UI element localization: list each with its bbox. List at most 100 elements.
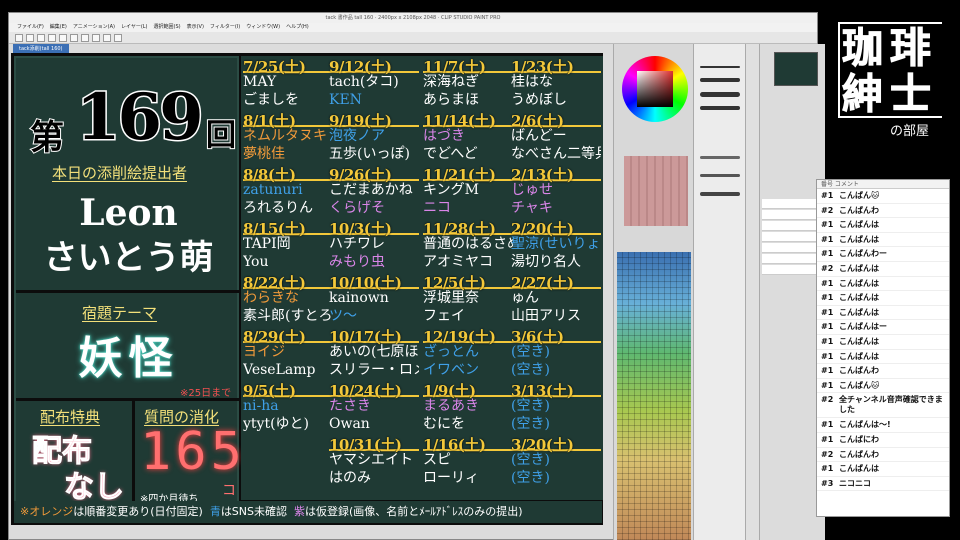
entry-date: 1/9(土)	[423, 380, 513, 400]
entry-name: チャキ	[511, 200, 553, 216]
episode-number: 169	[75, 79, 206, 157]
brush-stroke[interactable]	[700, 106, 740, 110]
transform-icon[interactable]	[81, 34, 89, 42]
layer-row[interactable]	[762, 265, 824, 275]
schedule-column: 1/23(土) 桂はな うめぼし 2/6(土) ばんどー なべさん二等兵 2/13(土) じゅ…	[511, 56, 601, 488]
ruler-icon[interactable]	[103, 34, 111, 42]
brush-stroke[interactable]	[700, 78, 740, 82]
comment-row: #2 こんばんわ	[817, 204, 949, 219]
brush-stroke[interactable]	[700, 66, 740, 68]
comment-list[interactable]: #1 こんばん🐱 #2 こんばんわ #1 こんばんは #1 こんばんは #1 こんばんわー #2 こん…	[817, 189, 949, 492]
entry-date: 1/23(土)	[511, 56, 601, 76]
comment-number: #1	[821, 464, 834, 474]
entry-date: 11/21(土)	[423, 164, 513, 184]
intermediate-color-grid[interactable]	[624, 156, 688, 226]
schedule-column: 7/25(土) MAY ごましを 8/1(土) ネムルタヌキ 夢桃佳 8/8(土) zatun…	[243, 56, 333, 434]
snap-icon[interactable]	[92, 34, 100, 42]
schedule-column: 11/7(土) 深海ねぎ あらまほ 11/14(土) はづき でどへど 11/21(土) キン…	[423, 56, 513, 488]
comment-row: #1 こんばにわ	[817, 433, 949, 448]
comment-text: こんばんは	[839, 220, 879, 230]
layer-row[interactable]	[762, 210, 824, 220]
menu-item[interactable]: フィルター(I)	[210, 23, 240, 32]
clear-icon[interactable]	[70, 34, 78, 42]
command-toolbar	[9, 32, 817, 44]
comment-row: #1 こんばんは	[817, 335, 949, 350]
menu-item[interactable]: 編集(E)	[50, 23, 67, 32]
submitter-heading: 本日の添削絵提出者	[52, 164, 188, 182]
entry-date: 11/7(土)	[423, 56, 513, 76]
entry-date: 10/31(土)	[329, 434, 419, 454]
legend-orange-text: は順番変更あり(日付固定)	[73, 505, 203, 518]
window-title: tack 書作品 tall 160 · 2400px x 2108px 2048…	[9, 13, 817, 23]
episode-suffix: 回	[205, 117, 237, 154]
schedule-entry: 7/25(土) MAY ごましを	[243, 56, 333, 110]
comment-number: #1	[821, 278, 834, 288]
comment-text: こんばんは	[839, 351, 879, 361]
entry-date: 2/20(土)	[511, 218, 601, 238]
logo-char: 琲	[890, 24, 932, 72]
comment-number: #2	[821, 449, 834, 459]
comment-row: #1 こんばんは	[817, 233, 949, 248]
submitter-name-2: さいとう萌	[43, 238, 214, 278]
schedule-entry: 11/21(土) キングM ニコ	[423, 164, 513, 218]
menu-item[interactable]: アニメーション(A)	[73, 23, 115, 32]
tool-palette	[745, 44, 759, 540]
layer-row[interactable]	[762, 199, 824, 209]
comment-header: 番号 コメント	[817, 180, 949, 189]
comment-number: #1	[821, 307, 834, 317]
menu-item[interactable]: 選択範囲(S)	[154, 23, 181, 32]
entry-name: ばんどー	[511, 128, 567, 144]
schedule-entry: 8/15(土) TAPI岡 You	[243, 218, 333, 272]
layer-row[interactable]	[762, 243, 824, 253]
entry-date: 10/24(土)	[329, 380, 419, 400]
save-icon[interactable]	[37, 34, 45, 42]
entry-name: 泡夜ノア	[329, 128, 385, 144]
entry-date: 9/26(土)	[329, 164, 419, 184]
comment-text: 全チャンネル音声確認できました	[839, 395, 943, 415]
new-file-icon[interactable]	[15, 34, 23, 42]
menu-item[interactable]: レイヤー(L)	[121, 23, 148, 32]
entry-name: 山田アリス	[511, 308, 581, 324]
comment-text: こんばんわ	[839, 205, 879, 215]
comment-text: こんばんは	[839, 336, 879, 346]
menu-item[interactable]: ウィンドウ(W)	[246, 23, 280, 32]
open-file-icon[interactable]	[26, 34, 34, 42]
undo-icon[interactable]	[48, 34, 56, 42]
entry-name: Owan	[329, 416, 370, 432]
comment-text: こんばんはー	[839, 322, 887, 332]
brush-size-panel	[693, 44, 745, 540]
pen-icon[interactable]	[114, 34, 122, 42]
entry-date: 3/13(土)	[511, 380, 601, 400]
layer-row[interactable]	[762, 221, 824, 231]
entry-date: 10/3(土)	[329, 218, 419, 238]
menu-item[interactable]: ファイル(F)	[17, 23, 44, 32]
schedule-entry: 10/10(土) kainown ツ～	[329, 272, 419, 326]
entry-name: でどへど	[423, 146, 478, 162]
redo-icon[interactable]	[59, 34, 67, 42]
comment-text: こんばにわ	[839, 434, 879, 444]
legend-purple-text: は仮登録(画像、名前とﾒｰﾙｱﾄﾞﾚｽのみの提出)	[305, 505, 523, 518]
comment-number: #2	[821, 395, 834, 405]
legend-blue-text: はSNS未確認	[220, 505, 288, 518]
layer-row[interactable]	[762, 232, 824, 242]
menu-item[interactable]: 表示(V)	[187, 23, 204, 32]
comment-row: #1 こんばんわ	[817, 364, 949, 379]
brush-stroke[interactable]	[700, 156, 740, 159]
logo-char: 士	[890, 70, 932, 118]
theme-heading: 宿題テーマ	[82, 304, 158, 322]
brush-stroke[interactable]	[700, 174, 740, 177]
entry-date: 10/10(土)	[329, 272, 419, 292]
menu-item[interactable]: ヘルプ(H)	[286, 23, 309, 32]
comment-text: こんばん🐱	[839, 191, 880, 200]
color-set-palette[interactable]	[617, 252, 691, 540]
schedule-entry: 2/6(土) ばんどー なべさん二等兵	[511, 110, 601, 164]
comment-row: #3 ニコニコ	[817, 477, 949, 492]
brush-stroke[interactable]	[700, 92, 740, 97]
layer-row[interactable]	[762, 254, 824, 264]
saturation-square[interactable]	[637, 71, 673, 107]
entry-date: 3/20(土)	[511, 434, 601, 454]
navigator-thumbnail[interactable]	[774, 52, 818, 86]
schedule-entry: 8/22(土)わらきな素斗郎(すとろう)	[243, 272, 333, 326]
brush-stroke[interactable]	[700, 192, 740, 196]
color-wheel[interactable]	[622, 56, 688, 122]
